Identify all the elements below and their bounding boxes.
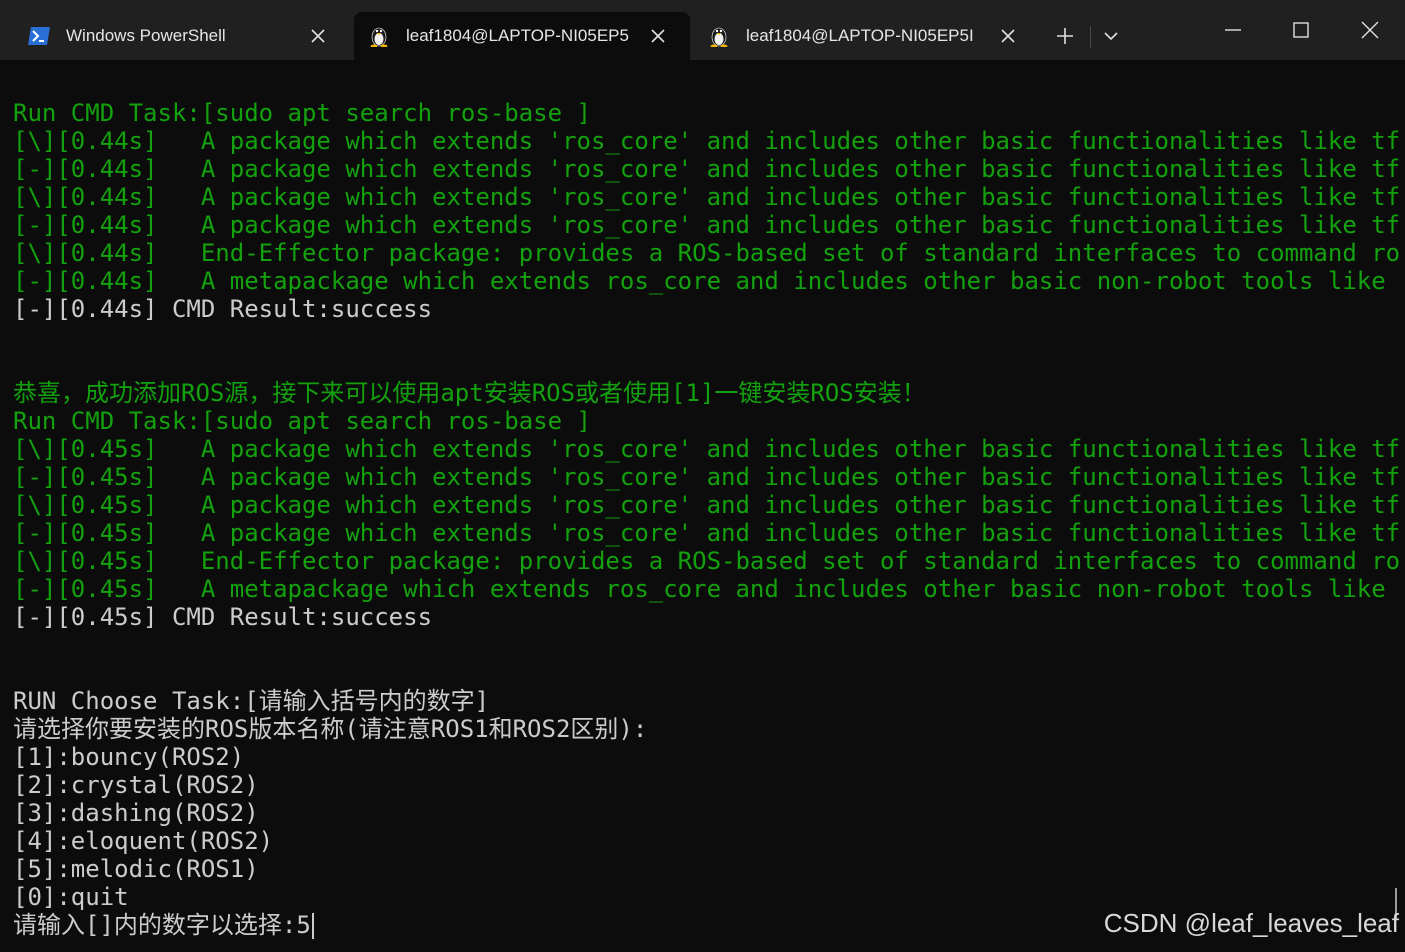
- new-tab-button[interactable]: [1045, 18, 1085, 54]
- minimize-button[interactable]: [1199, 6, 1267, 54]
- terminal-line: [\][0.45s] A package which extends 'ros_…: [13, 435, 1401, 463]
- tab-title: Windows PowerShell: [66, 26, 226, 45]
- terminal-line: [\][0.45s] End-Effector package: provide…: [13, 547, 1401, 575]
- terminal-line: [-][0.45s] A metapackage which extends r…: [13, 575, 1386, 603]
- terminal-line: [4]:eloquent(ROS2): [13, 827, 274, 855]
- terminal-line: [1]:bouncy(ROS2): [13, 743, 245, 771]
- terminal-line: [\][0.44s] End-Effector package: provide…: [13, 239, 1401, 267]
- linux-penguin-icon: [708, 25, 730, 47]
- window-close-icon: [1361, 21, 1379, 39]
- chevron-down-icon: [1104, 32, 1118, 41]
- terminal-line: 请选择你要安装的ROS版本名称(请注意ROS1和ROS2区别):: [13, 715, 648, 743]
- terminal-line: [-][0.45s] A package which extends 'ros_…: [13, 463, 1401, 491]
- tab-leaf1804[interactable]: leaf1804@LAPTOP-NI05EP5I: [694, 12, 1040, 60]
- terminal-line: [-][0.44s] A metapackage which extends r…: [13, 267, 1386, 295]
- plus-icon: [1057, 28, 1073, 44]
- terminal-line: [\][0.45s] A package which extends 'ros_…: [13, 491, 1401, 519]
- maximize-icon: [1293, 22, 1309, 38]
- prompt-input[interactable]: 5: [296, 911, 310, 939]
- terminal-line: RUN Choose Task:[请输入括号内的数字]: [13, 687, 490, 715]
- tab-title: leaf1804@LAPTOP-NI05EP5: [406, 26, 629, 45]
- terminal-line: Run CMD Task:[sudo apt search ros-base ]: [13, 99, 591, 127]
- linux-penguin-icon: [368, 25, 390, 47]
- prompt-text: 请输入[]内的数字以选择:: [13, 911, 297, 939]
- terminal-line: [-][0.44s] A package which extends 'ros_…: [13, 211, 1401, 239]
- powershell-icon: [28, 25, 50, 47]
- title-bar: Windows PowerShell leaf1804@LAPTOP-NI05E…: [0, 0, 1405, 60]
- terminal-line: [-][0.44s] A package which extends 'ros_…: [13, 155, 1401, 183]
- terminal-line: [\][0.44s] A package which extends 'ros_…: [13, 127, 1401, 155]
- terminal-line: 恭喜，成功添加ROS源，接下来可以使用apt安装ROS或者使用[1]一键安装RO…: [13, 379, 926, 407]
- terminal-output[interactable]: Run CMD Task:[sudo apt search ros-base ]…: [13, 99, 1401, 939]
- window-close-button[interactable]: [1336, 6, 1404, 54]
- terminal-line: [-][0.45s] CMD Result:success: [13, 603, 433, 631]
- minimize-icon: [1225, 29, 1241, 31]
- terminal-line: [2]:crystal(ROS2): [13, 771, 259, 799]
- close-icon[interactable]: [994, 22, 1022, 50]
- terminal-line: [5]:melodic(ROS1): [13, 855, 259, 883]
- watermark: CSDN @leaf_leaves_leaf: [1103, 908, 1399, 938]
- maximize-button[interactable]: [1267, 6, 1335, 54]
- tab-windows-powershell[interactable]: Windows PowerShell: [0, 12, 350, 60]
- terminal-line: [\][0.44s] A package which extends 'ros_…: [13, 183, 1401, 211]
- tab-dropdown-button[interactable]: [1091, 18, 1131, 54]
- terminal-line: [-][0.45s] A package which extends 'ros_…: [13, 519, 1401, 547]
- close-icon[interactable]: [644, 22, 672, 50]
- close-icon[interactable]: [304, 22, 332, 50]
- tab-leaf1804-active[interactable]: leaf1804@LAPTOP-NI05EP5: [354, 12, 690, 60]
- terminal-line: Run CMD Task:[sudo apt search ros-base ]: [13, 407, 591, 435]
- terminal-line: [3]:dashing(ROS2): [13, 799, 259, 827]
- tab-title: leaf1804@LAPTOP-NI05EP5I: [746, 26, 974, 45]
- terminal-line: [-][0.44s] CMD Result:success: [13, 295, 433, 323]
- terminal-line: [0]:quit: [13, 883, 129, 911]
- text-cursor: [311, 913, 314, 939]
